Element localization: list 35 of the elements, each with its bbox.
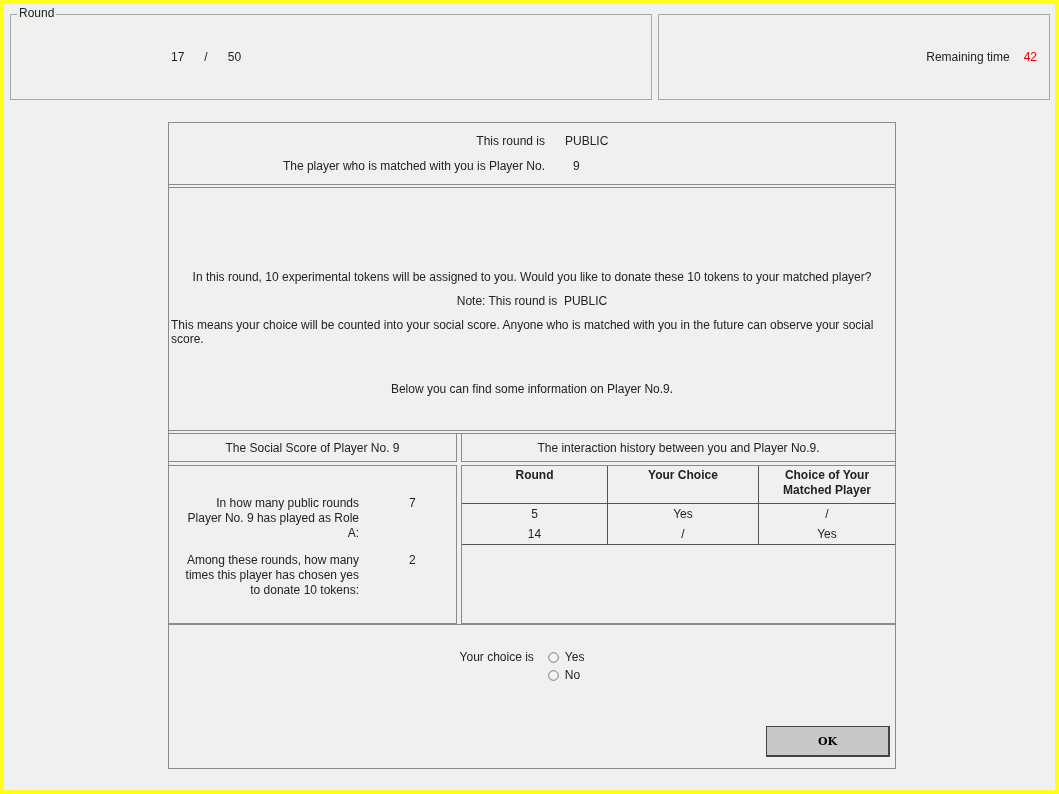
radio-option[interactable]: Yes [547, 650, 585, 664]
matched-player-label: The player who is matched with you is Player No. [281, 159, 546, 173]
round-separator: / [204, 50, 208, 64]
score-label: Among these rounds, how many times this player has chosen yes to donate 10 tokens: [184, 553, 359, 598]
radio-icon[interactable] [547, 669, 559, 681]
radio-icon[interactable] [547, 651, 559, 663]
table-cell: Yes [607, 503, 759, 524]
round-total: 50 [227, 50, 242, 64]
score-label: In how many public rounds Player No. 9 has played as Role A: [186, 496, 359, 541]
round-type-value: PUBLIC [565, 134, 610, 148]
column-header: Your Choice [607, 466, 759, 504]
table-cell: / [607, 524, 759, 545]
panel-title: The Social Score of Player No. 9 [169, 434, 457, 462]
ok-button[interactable]: OK [766, 726, 890, 757]
table-cell: 5 [462, 503, 608, 524]
timer-value: 42 [1023, 50, 1037, 64]
panel-legend: Round [17, 6, 57, 20]
column-header: Choice of Your Matched Player [758, 466, 895, 504]
column-header: Round [462, 466, 608, 504]
info-text: Below you can find some information on Player No.9. [389, 382, 675, 396]
explanation-text: This means your choice will be counted into your social score. Anyone who is matched with you in the future can observe your social score. [171, 318, 875, 346]
panel-title: The interaction history between you and Player No.9. [461, 434, 895, 462]
choice-label: Your choice is [459, 650, 534, 666]
matched-player-value: 9 [572, 159, 581, 173]
question-text: In this round, 10 experimental tokens will be assigned to you. Would you like to donate these 10 tokens to your matched player? [191, 270, 873, 284]
table-cell: 14 [462, 524, 608, 545]
table-cell: / [758, 503, 895, 524]
table-cell: Yes [758, 524, 895, 545]
score-value: 7 [409, 496, 416, 512]
radio-option[interactable]: No [547, 668, 585, 682]
note-text: Note: This round is PUBLIC [455, 294, 609, 308]
timer-label: Remaining time [926, 50, 1010, 64]
round-number: 17 [171, 50, 185, 64]
score-value: 2 [409, 553, 416, 569]
round-type-label: This round is [475, 134, 546, 148]
